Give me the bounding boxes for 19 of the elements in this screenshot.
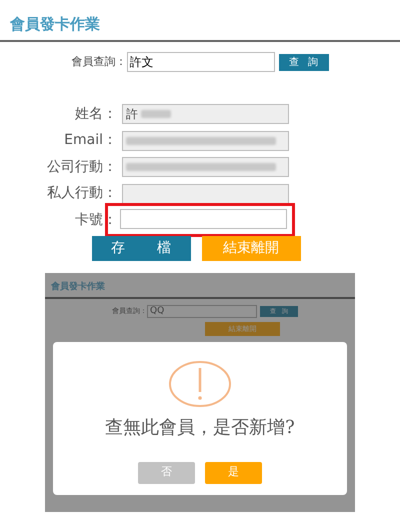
exit-button[interactable]: 結束離開 — [202, 236, 300, 260]
field-label: Email： — [63, 131, 118, 150]
warning-icon — [168, 360, 232, 408]
query-field[interactable]: 許文 — [126, 52, 274, 72]
page-title: 會員發卡作業 — [9, 14, 101, 35]
query-label: 會員查詢： — [72, 54, 126, 70]
field-label: 私人行動： — [46, 184, 118, 204]
field-label: 姓名： — [74, 104, 118, 124]
input-field[interactable] — [120, 209, 287, 230]
save-button[interactable]: 存 檔 — [92, 236, 190, 260]
field-label: 公司行動： — [46, 158, 118, 177]
field-value: 許 — [126, 106, 138, 124]
query-field[interactable]: QQ — [147, 304, 257, 318]
dialog-message: 查無此會員，是否新增? — [105, 416, 295, 440]
query-button[interactable]: 查 詢 — [278, 54, 328, 70]
cancel-button[interactable]: 否 — [138, 462, 195, 484]
field-label: 卡號： — [74, 210, 118, 230]
confirm-button[interactable]: 是 — [205, 462, 262, 484]
page-title: 會員發卡作業 — [50, 280, 106, 294]
